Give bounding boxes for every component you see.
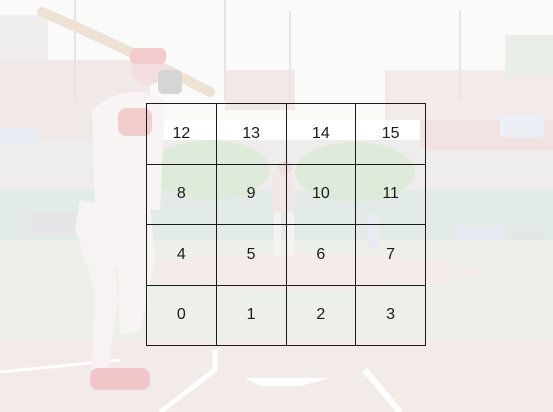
zone-cell-0[interactable]: 0 xyxy=(147,285,217,346)
zone-cell-15[interactable]: 15 xyxy=(356,104,426,165)
zone-cell-6[interactable]: 6 xyxy=(286,225,357,286)
zone-cell-5[interactable]: 5 xyxy=(216,225,287,286)
zone-cell-10[interactable]: 10 xyxy=(286,164,357,225)
zone-cell-11[interactable]: 11 xyxy=(356,164,426,225)
zone-cell-1[interactable]: 1 xyxy=(216,285,287,346)
zone-cell-13[interactable]: 13 xyxy=(216,104,287,165)
strike-zone-grid: 12 13 14 15 8 9 10 11 4 5 6 7 0 1 2 3 xyxy=(146,103,426,346)
zone-cell-8[interactable]: 8 xyxy=(147,164,217,225)
zone-cell-14[interactable]: 14 xyxy=(286,104,357,165)
zone-cell-12[interactable]: 12 xyxy=(147,104,217,165)
zone-cell-3[interactable]: 3 xyxy=(356,285,426,346)
zone-cell-7[interactable]: 7 xyxy=(356,225,426,286)
zone-cell-2[interactable]: 2 xyxy=(286,285,357,346)
zone-cell-9[interactable]: 9 xyxy=(216,164,287,225)
zone-cell-4[interactable]: 4 xyxy=(147,225,217,286)
